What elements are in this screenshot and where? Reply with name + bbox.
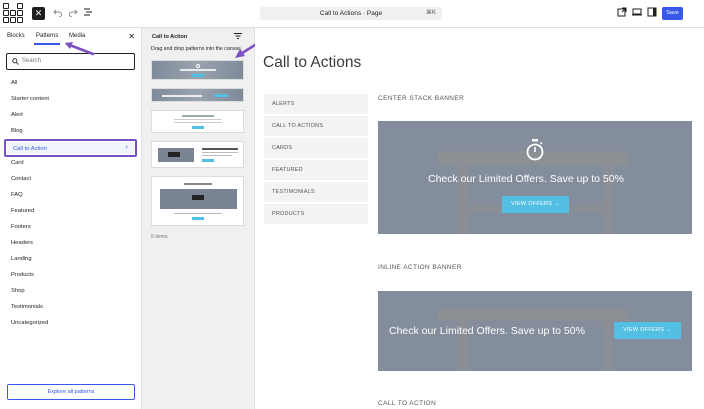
pattern-thumbnail[interactable]	[151, 88, 244, 102]
view-page-icon[interactable]	[616, 7, 628, 19]
pattern-thumbnail[interactable]	[151, 110, 244, 133]
category-headers[interactable]: Headers	[11, 240, 33, 246]
category-shop[interactable]: Shop	[11, 288, 25, 294]
command-shortcut: ⌘K	[425, 10, 436, 16]
nav-item-products[interactable]: PRODUCTS	[264, 204, 368, 224]
close-inserter-button[interactable]: ✕	[32, 7, 45, 20]
category-blog[interactable]: Blog	[11, 128, 23, 134]
explore-all-patterns-button[interactable]: Explore all patterns	[7, 384, 135, 400]
tab-patterns[interactable]: Patterns	[33, 33, 61, 45]
patterns-panel-title: Call to Action	[152, 34, 188, 40]
category-products[interactable]: Products	[11, 272, 34, 278]
nav-item-featured[interactable]: FEATURED	[264, 160, 368, 180]
annotation-arrow-icon	[65, 42, 95, 56]
device-preview-icon[interactable]	[631, 7, 643, 19]
category-starter-content[interactable]: Starter content	[11, 96, 49, 102]
category-featured[interactable]: Featured	[11, 208, 34, 214]
document-title: Call to Actions · Page	[319, 10, 383, 17]
save-button[interactable]: Save	[662, 7, 683, 20]
inline-action-banner[interactable]: Check our Limited Offers. Save up to 50%…	[378, 291, 692, 371]
category-uncategorized[interactable]: Uncategorized	[11, 320, 48, 326]
category-all[interactable]: All	[11, 80, 17, 86]
document-title-bar[interactable]: Call to Actions · Page ⌘K	[260, 7, 442, 20]
nav-item-call-to-actions[interactable]: CALL TO ACTIONS	[264, 116, 368, 136]
undo-icon[interactable]	[52, 7, 64, 19]
patterns-count: 5 items	[151, 234, 168, 240]
editor-top-bar: ✕ Call to Actions · Page ⌘K Save	[0, 0, 704, 28]
section-heading: CALL TO ACTION	[378, 400, 437, 407]
stopwatch-icon	[526, 139, 544, 161]
redo-icon[interactable]	[67, 7, 79, 19]
site-logo-icon[interactable]	[3, 3, 25, 25]
pattern-thumbnail[interactable]	[151, 60, 244, 80]
section-heading: CENTER STACK BANNER	[378, 95, 465, 102]
center-stack-banner[interactable]: Check our Limited Offers. Save up to 50%…	[378, 121, 692, 234]
inserter-sidebar: Blocks Patterns Media ✕ Search All Start…	[0, 28, 142, 409]
category-call-to-action-label: Call to Action	[13, 146, 47, 152]
category-faq[interactable]: FAQ	[11, 192, 23, 198]
banner-headline: Check our Limited Offers. Save up to 50%	[389, 325, 585, 337]
settings-sidebar-icon[interactable]	[646, 7, 658, 19]
view-offers-button[interactable]: VIEW OFFERS →	[614, 322, 681, 339]
category-call-to-action[interactable]: Call to Action ›	[4, 139, 137, 157]
pattern-thumbnail[interactable]	[151, 141, 244, 168]
nav-item-cards[interactable]: CARDS	[264, 138, 368, 158]
tab-blocks[interactable]: Blocks	[7, 33, 25, 39]
category-footers[interactable]: Footers	[11, 224, 31, 230]
banner-headline: Check our Limited Offers. Save up to 50%	[428, 173, 624, 185]
view-offers-button[interactable]: VIEW OFFERS →	[502, 196, 569, 213]
editor-canvas[interactable]: Call to Actions ALERTS CALL TO ACTIONS C…	[255, 28, 704, 409]
search-icon	[12, 58, 19, 65]
patterns-panel-description: Drag and drop patterns into the canvas.	[151, 46, 243, 52]
list-view-icon[interactable]	[82, 7, 94, 19]
category-alert[interactable]: Alert	[11, 112, 23, 118]
search-placeholder: Search	[22, 58, 42, 64]
tab-media[interactable]: Media	[69, 33, 85, 39]
chevron-right-icon: ›	[125, 144, 128, 151]
category-contact[interactable]: Contact	[11, 176, 31, 182]
nav-item-alerts[interactable]: ALERTS	[264, 94, 368, 114]
patterns-panel: Call to Action Drag and drop patterns in…	[142, 28, 265, 409]
page-title[interactable]: Call to Actions	[263, 54, 361, 72]
category-testimonials[interactable]: Testimonials	[11, 304, 43, 310]
section-heading: INLINE ACTION BANNER	[378, 264, 462, 271]
category-landing[interactable]: Landing	[11, 256, 32, 262]
close-icon[interactable]: ✕	[128, 32, 135, 41]
nav-item-testimonials[interactable]: TESTIMONIALS	[264, 182, 368, 202]
pattern-thumbnail[interactable]	[151, 176, 244, 226]
category-card[interactable]: Card	[11, 160, 24, 166]
